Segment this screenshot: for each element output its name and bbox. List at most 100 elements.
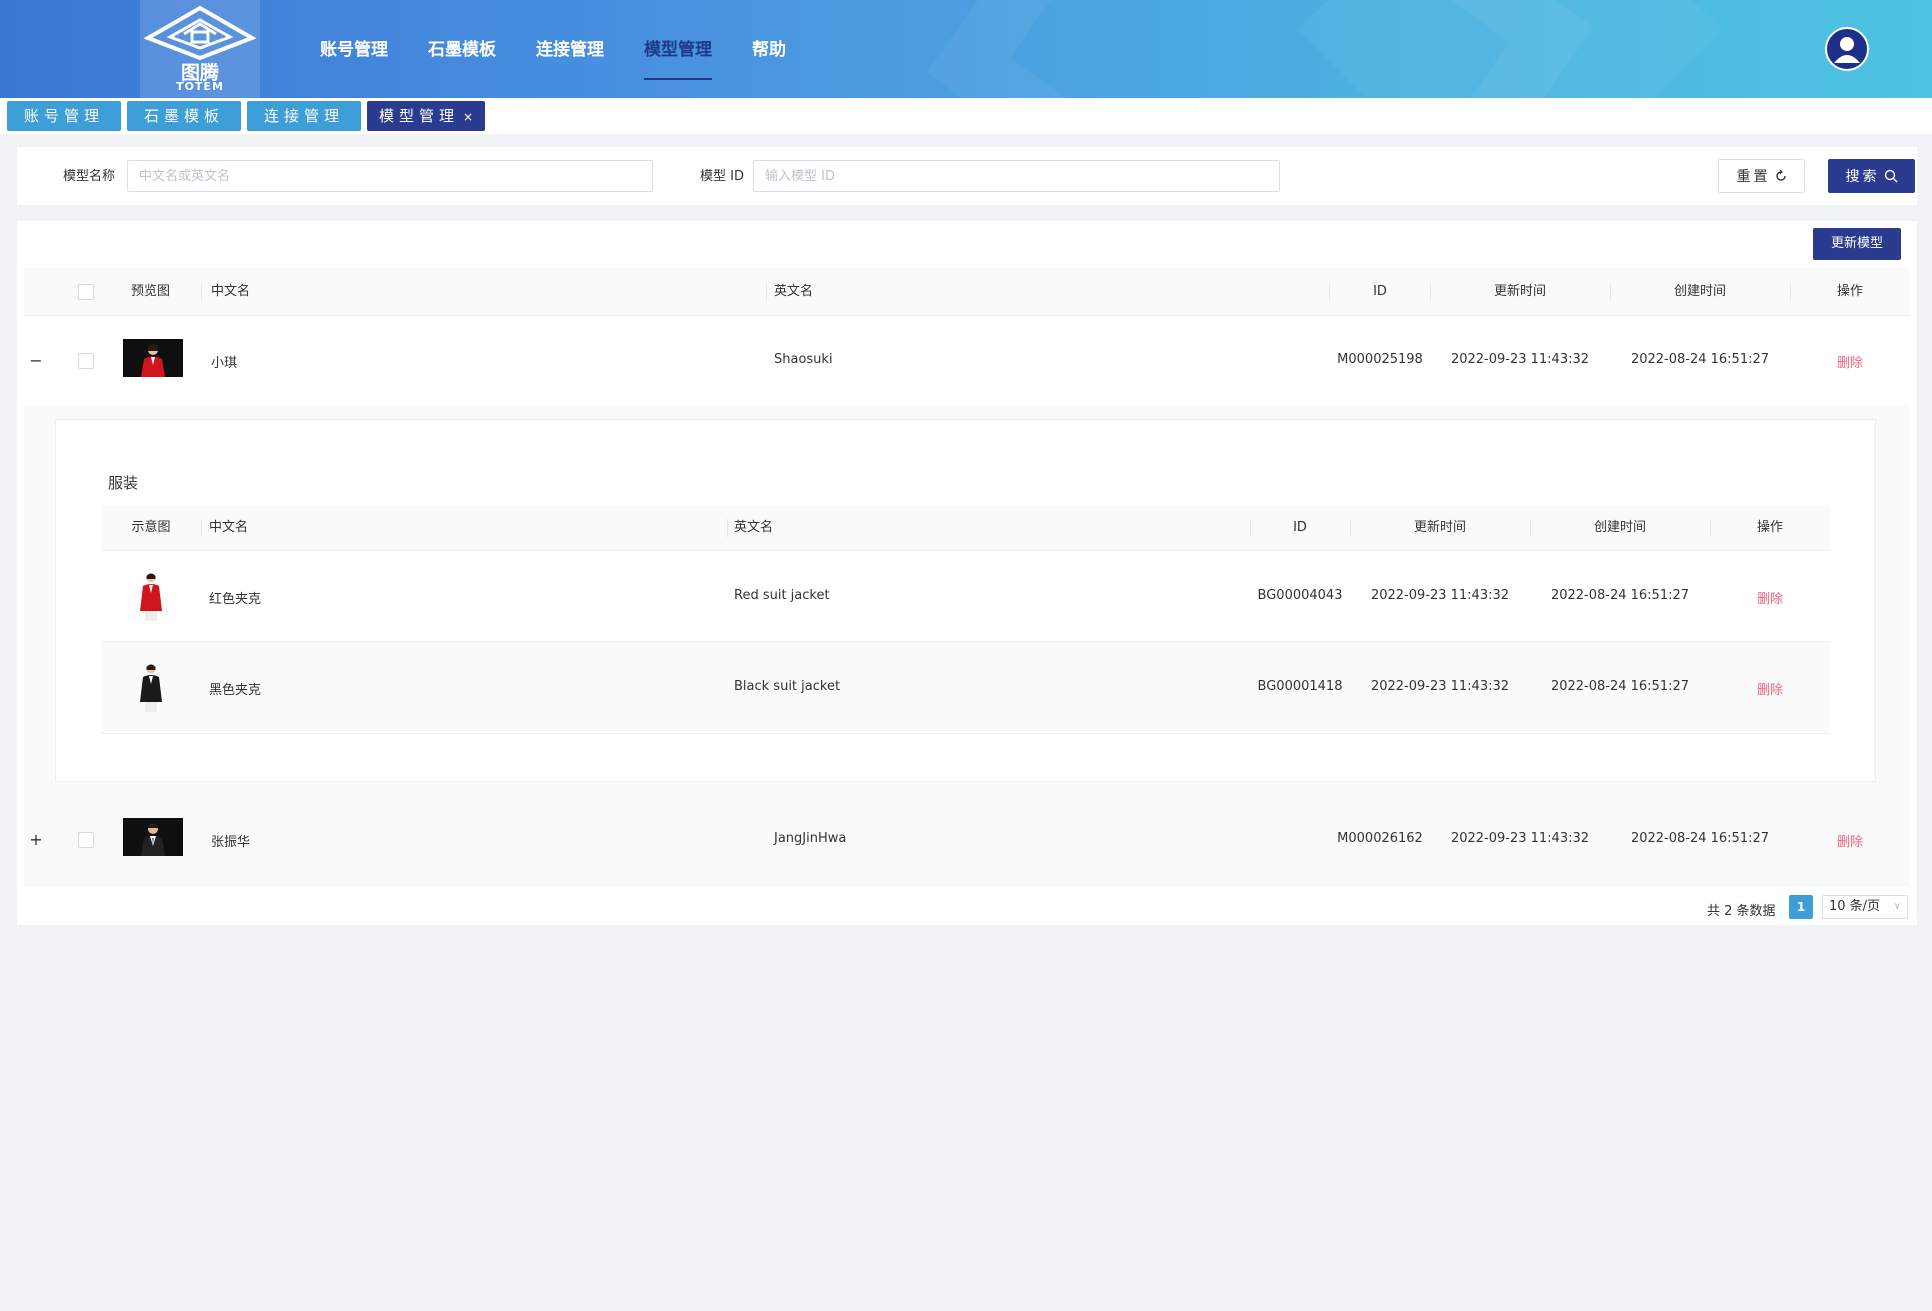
totem-logo-icon [144, 5, 256, 60]
nav-item-help[interactable]: 帮助 [752, 38, 786, 80]
column-header-en-name: 英文名 [774, 284, 814, 299]
column-header-action: 操作 [1836, 284, 1863, 299]
clothing-created-time: 2022-08-24 16:51:27 [1550, 679, 1690, 694]
row-cn-name: 小琪 [211, 356, 238, 371]
close-icon[interactable]: × [463, 110, 473, 124]
model-name-label: 模型名称 [63, 169, 116, 184]
model-preview-image [123, 818, 183, 856]
delete-link[interactable]: 删除 [1757, 683, 1783, 698]
row-en-name: Shaosuki [774, 352, 833, 367]
collapse-row-button[interactable]: − [28, 353, 44, 369]
model-id-input[interactable] [753, 160, 1280, 192]
tab-models[interactable]: 模型管理 × [367, 101, 485, 131]
tab-label: 连接管理 [263, 107, 344, 125]
reset-button-label: 重置 [1736, 169, 1771, 185]
clothing-cn-name: 黑色夹克 [209, 683, 262, 698]
main-nav: 账号管理 石墨模板 连接管理 模型管理 帮助 [320, 38, 786, 80]
brand-name-en: TOTEM [176, 80, 224, 93]
clothing-figure [140, 573, 162, 621]
clothing-id: BG00001418 [1257, 679, 1343, 694]
tab-label: 模型管理 [378, 107, 459, 125]
clothing-section-title: 服装 [108, 474, 139, 492]
column-header-id: ID [1373, 284, 1387, 299]
column-header-updated: 更新时间 [1413, 520, 1466, 535]
tab-accounts[interactable]: 账号管理 [7, 101, 121, 131]
clothing-table-header: 示意图 中文名 英文名 ID 更新时间 创建时间 操作 [101, 505, 1830, 551]
clothing-row: 红色夹克 Red suit jacket BG00004043 2022-09-… [101, 551, 1830, 642]
clothing-updated-time: 2022-09-23 11:43:32 [1370, 679, 1510, 694]
nav-item-connections[interactable]: 连接管理 [536, 38, 604, 80]
row-checkbox[interactable] [78, 353, 94, 369]
page-size-select[interactable]: 10 条/页 ∨ [1822, 895, 1908, 919]
clothing-en-name: Red suit jacket [734, 588, 830, 603]
column-header-image: 示意图 [131, 520, 171, 535]
clothing-updated-time: 2022-09-23 11:43:32 [1370, 588, 1510, 603]
update-model-button[interactable]: 更新模型 [1813, 228, 1901, 260]
column-divider [766, 283, 767, 301]
search-button[interactable]: 搜索 [1828, 159, 1915, 193]
expand-row-button[interactable]: + [28, 832, 44, 848]
column-header-cn-name: 中文名 [209, 520, 249, 535]
column-header-id: ID [1293, 520, 1307, 535]
column-divider [201, 519, 202, 537]
reset-button[interactable]: 重置 [1718, 159, 1805, 193]
table-header: 预览图 中文名 英文名 ID 更新时间 创建时间 操作 [23, 268, 1910, 316]
select-all-checkbox[interactable] [78, 284, 94, 300]
clothing-thumbnail [131, 662, 171, 714]
table-row: − 小琪 Shaosuki M000025198 2022-09-23 11:4… [23, 316, 1910, 406]
delete-link[interactable]: 删除 [1837, 356, 1863, 371]
user-avatar[interactable] [1825, 27, 1869, 71]
model-name-input[interactable] [127, 160, 653, 192]
column-divider [201, 283, 202, 301]
column-header-preview: 预览图 [131, 284, 171, 299]
search-panel: 模型名称 模型 ID 重置 搜索 [17, 147, 1917, 205]
header-decoration [1297, 0, 1723, 98]
refresh-icon [1775, 170, 1786, 181]
search-icon [1884, 169, 1897, 183]
clothing-created-time: 2022-08-24 16:51:27 [1550, 588, 1690, 603]
tab-graphite-templates[interactable]: 石墨模板 [127, 101, 241, 131]
nav-item-models[interactable]: 模型管理 [644, 38, 712, 80]
column-header-updated: 更新时间 [1493, 284, 1546, 299]
clothing-figure [140, 664, 162, 712]
row-id: M000026162 [1337, 831, 1423, 846]
delete-link[interactable]: 删除 [1837, 835, 1863, 850]
nav-item-graphite-templates[interactable]: 石墨模板 [428, 38, 496, 80]
clothing-id: BG00004043 [1257, 588, 1343, 603]
clothing-row: 黑色夹克 Black suit jacket BG00001418 2022-0… [101, 642, 1830, 734]
column-header-created: 创建时间 [1673, 284, 1726, 299]
brand-logo[interactable]: 图腾 TOTEM [140, 0, 260, 98]
clothing-thumbnail [131, 571, 171, 623]
clothing-action-cell: 删除 [1710, 588, 1830, 607]
row-created-time: 2022-08-24 16:51:27 [1630, 831, 1770, 846]
row-cn-name: 张振华 [211, 835, 251, 850]
row-created-time: 2022-08-24 16:51:27 [1630, 352, 1770, 367]
user-icon [1834, 37, 1860, 63]
row-action-cell: 删除 [1790, 352, 1910, 371]
model-id-label: 模型 ID [700, 169, 744, 184]
clothing-action-cell: 删除 [1710, 679, 1830, 698]
tab-connections[interactable]: 连接管理 [247, 101, 361, 131]
model-preview-figure [123, 339, 183, 377]
table-row: + 张振华 JangJinHwa M000026162 2022-09-23 1… [23, 795, 1910, 885]
model-table-panel: 更新模型 预览图 中文名 英文名 ID 更新时间 创建时间 操作 − 小琪 Sh… [17, 221, 1917, 925]
pagination-page-button[interactable]: 1 [1789, 895, 1813, 919]
model-preview-figure [123, 818, 183, 856]
pagination-total: 共 2 条数据 [1707, 904, 1776, 919]
row-checkbox[interactable] [78, 832, 94, 848]
delete-link[interactable]: 删除 [1757, 592, 1783, 607]
chevron-down-icon: ∨ [1893, 901, 1901, 912]
page-size-value: 10 条/页 [1829, 899, 1881, 914]
row-en-name: JangJinHwa [774, 831, 847, 846]
search-button-label: 搜索 [1845, 169, 1880, 185]
column-header-action: 操作 [1756, 520, 1783, 535]
tab-label: 石墨模板 [143, 107, 224, 125]
nav-item-accounts[interactable]: 账号管理 [320, 38, 388, 80]
column-header-created: 创建时间 [1593, 520, 1646, 535]
clothing-en-name: Black suit jacket [734, 679, 841, 694]
tab-label: 账号管理 [23, 107, 104, 125]
model-preview-image [123, 339, 183, 377]
column-header-cn-name: 中文名 [211, 284, 251, 299]
top-header: 图腾 TOTEM 账号管理 石墨模板 连接管理 模型管理 帮助 [0, 0, 1932, 98]
row-id: M000025198 [1337, 352, 1423, 367]
